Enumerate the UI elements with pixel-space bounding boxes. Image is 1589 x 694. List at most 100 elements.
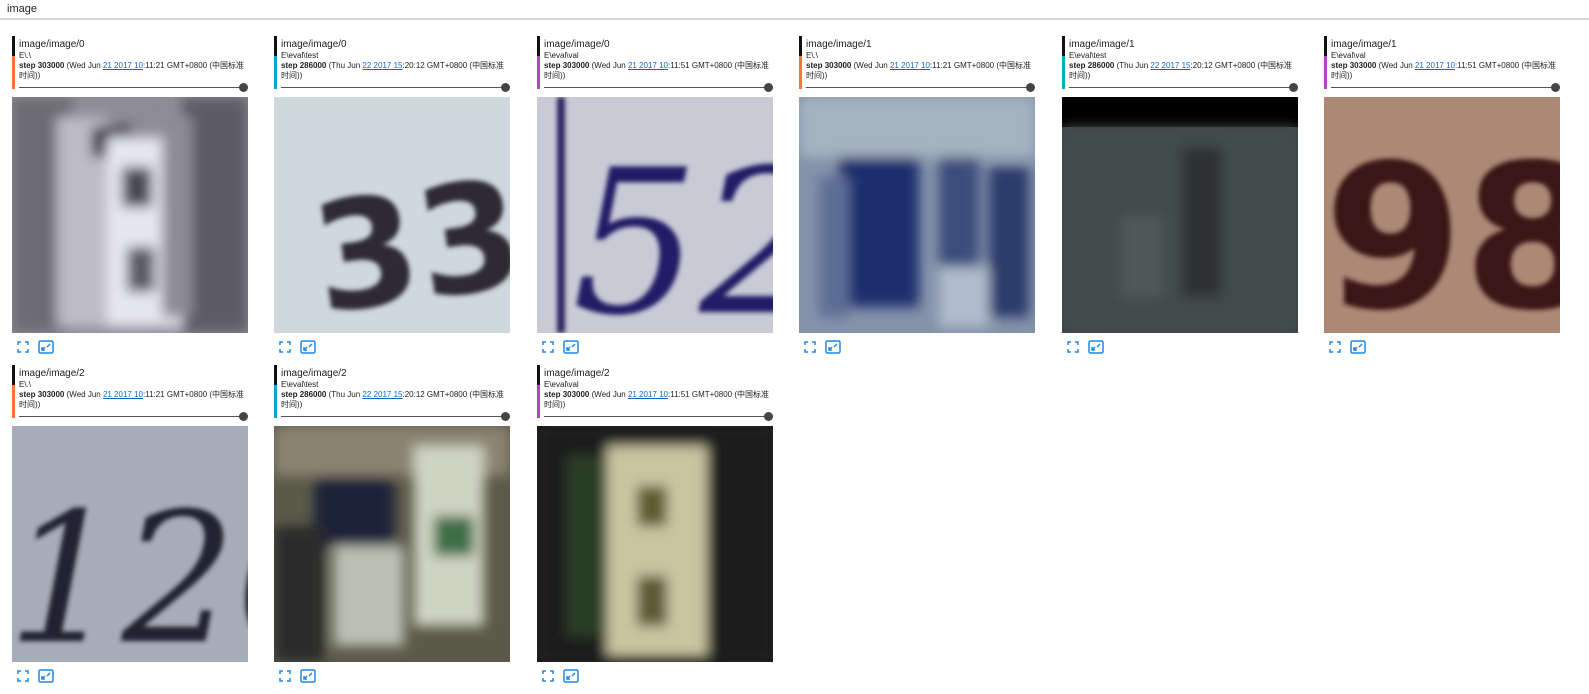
step-label: step — [1331, 61, 1348, 70]
date-prefix: (Wed Jun — [1378, 61, 1415, 70]
fullscreen-icon[interactable] — [541, 669, 557, 683]
date-prefix: (Wed Jun — [591, 390, 628, 399]
tag-bar — [537, 36, 540, 56]
tag-name: image/image/1 — [806, 39, 872, 50]
actual-size-icon[interactable] — [1088, 340, 1104, 354]
slider-knob[interactable] — [1026, 83, 1035, 92]
fullscreen-icon[interactable] — [278, 340, 294, 354]
step-slider[interactable] — [1069, 83, 1298, 93]
svg-text:98: 98 — [1324, 122, 1560, 333]
actual-size-icon[interactable] — [563, 340, 579, 354]
step-slider[interactable] — [806, 83, 1035, 93]
slider-track — [281, 416, 506, 417]
step-info: step 303000 (Wed Jun 21 2017 10:11:21 GM… — [19, 390, 247, 410]
tag-name: image/image/1 — [1069, 39, 1135, 50]
date-link[interactable]: 21 2017 10 — [628, 390, 668, 399]
slider-knob[interactable] — [239, 83, 248, 92]
date-link[interactable]: 21 2017 10 — [890, 61, 930, 70]
sample-image — [12, 97, 248, 333]
tag-name: image/image/0 — [281, 39, 347, 50]
step-info: step 286000 (Thu Jun 22 2017 15:20:12 GM… — [1069, 61, 1297, 81]
run-name: E\.\ — [806, 51, 819, 60]
run-color-bar — [274, 385, 277, 418]
image-card: image/image/0 E\eval\test step 286000 (T… — [274, 36, 510, 354]
date-link[interactable]: 22 2017 15 — [1150, 61, 1190, 70]
section-title: image — [7, 3, 37, 15]
slider-knob[interactable] — [501, 83, 510, 92]
date-link[interactable]: 22 2017 15 — [362, 61, 402, 70]
actual-size-icon[interactable] — [300, 669, 316, 683]
step-value: 303000 — [1349, 61, 1377, 70]
date-link[interactable]: 22 2017 15 — [362, 390, 402, 399]
run-name: E\eval\test — [1069, 51, 1107, 60]
step-slider[interactable] — [19, 83, 248, 93]
step-info: step 303000 (Wed Jun 21 2017 10:11:51 GM… — [544, 61, 772, 81]
image-card: image/image/1 E\.\ step 303000 (Wed Jun … — [799, 36, 1035, 354]
date-prefix: (Wed Jun — [66, 61, 103, 70]
date-link[interactable]: 21 2017 10 — [1415, 61, 1455, 70]
date-link[interactable]: 21 2017 10 — [103, 61, 143, 70]
slider-knob[interactable] — [1289, 83, 1298, 92]
run-color-bar — [1324, 56, 1327, 89]
sample-image: 120 — [12, 426, 248, 662]
slider-track — [1331, 87, 1556, 88]
tag-bar — [537, 365, 540, 385]
svg-text:52: 52 — [572, 127, 773, 333]
run-color-bar — [12, 56, 15, 89]
sample-image: 52 — [537, 97, 773, 333]
run-color-bar — [274, 56, 277, 89]
step-slider[interactable] — [281, 412, 510, 422]
card-meta: image/image/1 E\eval\test step 286000 (T… — [1062, 36, 1298, 92]
step-slider[interactable] — [1331, 83, 1560, 93]
tag-name: image/image/2 — [544, 368, 610, 379]
date-link[interactable]: 21 2017 10 — [103, 390, 143, 399]
image-card: image/image/0 E\.\ step 303000 (Wed Jun … — [12, 36, 248, 354]
fullscreen-icon[interactable] — [1328, 340, 1344, 354]
step-label: step — [544, 390, 561, 399]
slider-knob[interactable] — [764, 412, 773, 421]
actual-size-icon[interactable] — [300, 340, 316, 354]
actual-size-icon[interactable] — [825, 340, 841, 354]
step-slider[interactable] — [544, 83, 773, 93]
fullscreen-icon[interactable] — [1066, 340, 1082, 354]
slider-knob[interactable] — [764, 83, 773, 92]
step-info: step 286000 (Thu Jun 22 2017 15:20:12 GM… — [281, 61, 509, 81]
slider-knob[interactable] — [501, 412, 510, 421]
run-name: E\eval\val — [544, 51, 579, 60]
step-slider[interactable] — [19, 412, 248, 422]
image-card: image/image/2 E\.\ step 303000 (Wed Jun … — [12, 365, 248, 683]
svg-text:120: 120 — [12, 475, 248, 662]
fullscreen-icon[interactable] — [541, 340, 557, 354]
step-label: step — [281, 61, 298, 70]
tag-name: image/image/0 — [19, 39, 85, 50]
slider-knob[interactable] — [1551, 83, 1560, 92]
step-value: 286000 — [1087, 61, 1115, 70]
step-slider[interactable] — [281, 83, 510, 93]
sample-image — [274, 426, 510, 662]
tag-bar — [274, 36, 277, 56]
step-slider[interactable] — [544, 412, 773, 422]
tag-bar — [12, 365, 15, 385]
fullscreen-icon[interactable] — [16, 340, 32, 354]
date-link[interactable]: 21 2017 10 — [628, 61, 668, 70]
step-value: 286000 — [299, 61, 327, 70]
actual-size-icon[interactable] — [1350, 340, 1366, 354]
actual-size-icon[interactable] — [563, 669, 579, 683]
actual-size-icon[interactable] — [38, 669, 54, 683]
fullscreen-icon[interactable] — [278, 669, 294, 683]
run-name: E\eval\test — [281, 51, 319, 60]
tag-bar — [12, 36, 15, 56]
fullscreen-icon[interactable] — [803, 340, 819, 354]
step-info: step 286000 (Thu Jun 22 2017 15:20:12 GM… — [281, 390, 509, 410]
date-prefix: (Thu Jun — [1116, 61, 1151, 70]
actual-size-icon[interactable] — [38, 340, 54, 354]
date-prefix: (Thu Jun — [328, 61, 363, 70]
slider-track — [544, 87, 769, 88]
slider-knob[interactable] — [239, 412, 248, 421]
step-value: 303000 — [824, 61, 852, 70]
image-card: image/image/1 E\eval\val step 303000 (We… — [1324, 36, 1560, 354]
fullscreen-icon[interactable] — [16, 669, 32, 683]
tag-bar — [1062, 36, 1065, 56]
section-header: image — [0, 0, 1589, 20]
run-color-bar — [12, 385, 15, 418]
